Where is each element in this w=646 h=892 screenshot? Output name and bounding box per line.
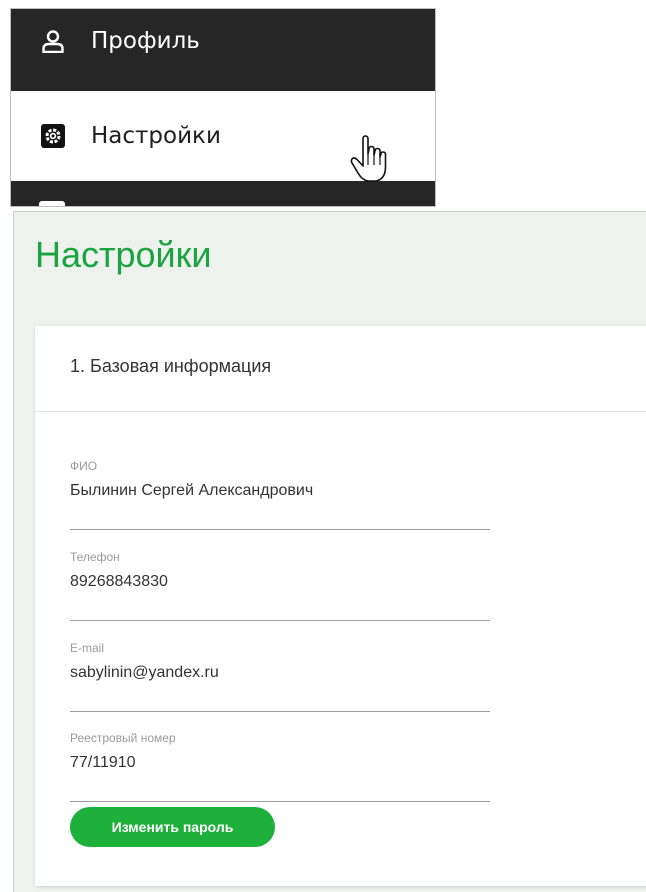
section-divider xyxy=(35,411,646,412)
menu-item-profile[interactable]: Профиль xyxy=(11,9,435,83)
phone-value: 89268843830 xyxy=(70,573,168,590)
phone-field[interactable]: Телефон 89268843830 xyxy=(70,550,490,621)
change-password-button[interactable]: Изменить пароль xyxy=(70,807,275,847)
fio-value: Былинин Сергей Александрович xyxy=(70,482,314,499)
hand-cursor-icon xyxy=(350,135,387,182)
registry-number-label: Реестровый номер xyxy=(70,731,176,745)
registry-number-field[interactable]: Реестровый номер 77/11910 xyxy=(70,731,490,802)
settings-page: Настройки 1. Базовая информация ФИО Были… xyxy=(13,211,646,892)
menu-item-profile-label: Профиль xyxy=(91,28,200,54)
section-title: 1. Базовая информация xyxy=(70,356,272,376)
page-title: Настройки xyxy=(35,234,212,275)
menu-item-settings-label: Настройки xyxy=(91,123,221,149)
basic-info-card: 1. Базовая информация ФИО Былинин Сергей… xyxy=(35,326,646,886)
email-label: E-mail xyxy=(70,641,105,655)
email-field[interactable]: E-mail sabylinin@yandex.ru xyxy=(70,641,490,712)
fio-label: ФИО xyxy=(70,459,98,473)
gear-icon xyxy=(41,124,65,148)
fio-field[interactable]: ФИО Былинин Сергей Александрович xyxy=(70,459,490,530)
menu-item-next-icon xyxy=(39,201,65,206)
phone-label: Телефон xyxy=(70,550,120,564)
registry-number-value: 77/11910 xyxy=(70,754,136,771)
email-value: sabylinin@yandex.ru xyxy=(70,664,219,681)
sidebar-menu: Профиль Настройки xyxy=(10,8,436,207)
user-icon xyxy=(42,30,64,53)
